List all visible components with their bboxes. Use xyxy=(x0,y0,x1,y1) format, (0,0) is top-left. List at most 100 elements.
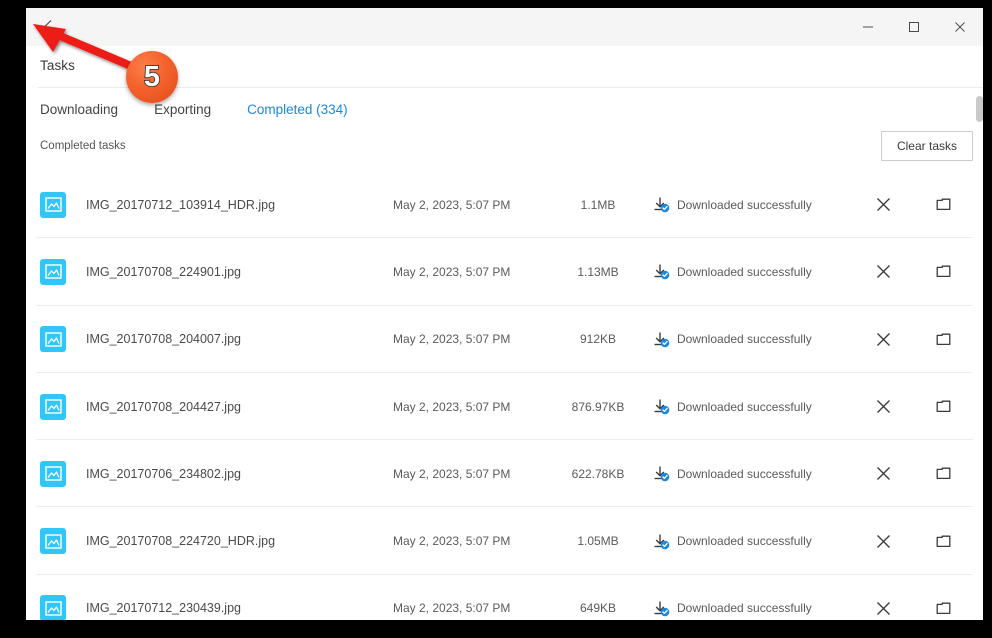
task-status: Downloaded successfully xyxy=(653,533,853,550)
task-row[interactable]: IMG_20170708_224901.jpg May 2, 2023, 5:07… xyxy=(26,238,983,306)
page-title: Tasks xyxy=(40,58,76,73)
task-actions xyxy=(853,593,973,620)
tab-exporting[interactable]: Exporting xyxy=(154,102,211,117)
maximize-icon xyxy=(909,22,919,32)
task-row[interactable]: IMG_20170708_204007.jpg May 2, 2023, 5:07… xyxy=(26,306,983,374)
back-button[interactable] xyxy=(26,8,68,46)
task-status-text: Downloaded successfully xyxy=(677,466,812,481)
open-folder-button[interactable] xyxy=(928,459,958,489)
scrollbar-thumb[interactable] xyxy=(976,96,983,122)
task-status-text: Downloaded successfully xyxy=(677,197,812,212)
task-date: May 2, 2023, 5:07 PM xyxy=(393,399,511,414)
image-file-icon xyxy=(40,393,66,420)
completed-tasks-label: Completed tasks xyxy=(40,140,126,152)
task-file-name: IMG_20170708_224720_HDR.jpg xyxy=(86,534,276,549)
scrollbar-track[interactable] xyxy=(976,68,983,620)
task-file-name: IMG_20170712_103914_HDR.jpg xyxy=(86,197,276,212)
task-status: Downloaded successfully xyxy=(653,398,853,415)
task-status-text: Downloaded successfully xyxy=(677,399,812,414)
folder-icon xyxy=(936,265,950,278)
image-glyph-icon xyxy=(44,533,62,549)
task-row[interactable]: IMG_20170712_230439.jpg May 2, 2023, 5:07… xyxy=(26,575,983,620)
task-size: 622.78KB xyxy=(571,466,625,481)
task-actions xyxy=(853,324,973,354)
folder-icon xyxy=(936,535,950,547)
download-complete-icon xyxy=(654,601,670,617)
open-folder-button[interactable] xyxy=(928,257,958,287)
task-actions xyxy=(853,459,973,489)
task-size: 1.05MB xyxy=(577,534,619,549)
close-icon xyxy=(876,534,890,548)
download-complete-icon xyxy=(654,197,670,213)
image-file-icon xyxy=(40,258,66,285)
close-button[interactable] xyxy=(937,8,983,46)
maximize-button[interactable] xyxy=(891,8,937,46)
image-glyph-icon xyxy=(44,466,62,482)
remove-task-button[interactable] xyxy=(868,257,898,287)
remove-task-button[interactable] xyxy=(868,190,898,220)
remove-task-button[interactable] xyxy=(868,324,898,354)
task-status-text: Downloaded successfully xyxy=(677,264,812,279)
task-status-text: Downloaded successfully xyxy=(677,332,812,347)
open-folder-button[interactable] xyxy=(928,392,958,422)
tab-downloading[interactable]: Downloading xyxy=(40,102,118,117)
task-file-name: IMG_20170708_204007.jpg xyxy=(86,332,241,347)
folder-icon xyxy=(936,467,950,480)
task-row[interactable]: IMG_20170712_103914_HDR.jpg May 2, 2023, … xyxy=(26,171,983,239)
close-icon xyxy=(876,467,890,481)
task-file-name: IMG_20170706_234802.jpg xyxy=(86,466,241,481)
remove-task-button[interactable] xyxy=(868,459,898,489)
task-file-name: IMG_20170708_204427.jpg xyxy=(86,399,241,414)
task-actions xyxy=(853,392,973,422)
image-file-icon xyxy=(40,460,66,487)
close-icon xyxy=(876,332,890,346)
task-status: Downloaded successfully xyxy=(653,600,853,617)
open-folder-button[interactable] xyxy=(928,190,958,220)
close-icon xyxy=(876,400,890,413)
subheader: Completed tasks Clear tasks xyxy=(26,117,983,163)
image-file-icon xyxy=(40,595,66,620)
task-date: May 2, 2023, 5:07 PM xyxy=(393,332,511,347)
task-date: May 2, 2023, 5:07 PM xyxy=(393,466,511,481)
minimize-icon xyxy=(863,26,873,28)
folder-icon xyxy=(936,198,950,211)
open-folder-button[interactable] xyxy=(928,593,958,620)
annotation-step-badge: 5 xyxy=(126,51,178,103)
task-file-name: IMG_20170712_230439.jpg xyxy=(86,601,241,616)
task-size: 876.97KB xyxy=(571,399,625,414)
remove-task-button[interactable] xyxy=(868,593,898,620)
remove-task-button[interactable] xyxy=(868,392,898,422)
open-folder-button[interactable] xyxy=(928,526,958,556)
window-titlebar xyxy=(26,8,983,46)
task-date: May 2, 2023, 5:07 PM xyxy=(393,264,511,279)
image-glyph-icon xyxy=(44,601,62,616)
task-actions xyxy=(853,257,973,287)
task-row[interactable]: IMG_20170708_224720_HDR.jpg May 2, 2023, … xyxy=(26,507,983,576)
image-file-icon xyxy=(40,191,66,218)
task-status: Downloaded successfully xyxy=(653,331,853,348)
task-row[interactable]: IMG_20170708_204427.jpg May 2, 2023, 5:07… xyxy=(26,373,983,441)
download-complete-icon xyxy=(654,332,670,348)
task-row[interactable]: IMG_20170706_234802.jpg May 2, 2023, 5:07… xyxy=(26,440,983,508)
close-icon xyxy=(876,601,890,615)
image-glyph-icon xyxy=(44,332,62,347)
tab-completed[interactable]: Completed (334) xyxy=(247,102,348,117)
minimize-button[interactable] xyxy=(845,8,891,46)
task-size: 649KB xyxy=(579,601,617,616)
image-glyph-icon xyxy=(44,197,62,212)
open-folder-button[interactable] xyxy=(928,324,958,354)
download-complete-icon xyxy=(654,534,670,549)
task-size: 1.1MB xyxy=(580,197,616,212)
clear-tasks-button[interactable]: Clear tasks xyxy=(880,131,973,161)
task-status-text: Downloaded successfully xyxy=(677,534,812,549)
remove-task-button[interactable] xyxy=(868,526,898,556)
task-date: May 2, 2023, 5:07 PM xyxy=(393,197,511,212)
task-status: Downloaded successfully xyxy=(653,196,853,213)
task-size: 1.13MB xyxy=(577,264,619,279)
download-complete-icon xyxy=(654,399,670,415)
task-date: May 2, 2023, 5:07 PM xyxy=(393,534,511,549)
task-status: Downloaded successfully xyxy=(653,263,853,280)
task-status-text: Downloaded successfully xyxy=(677,601,812,616)
task-actions xyxy=(853,526,973,556)
folder-icon xyxy=(936,602,950,614)
